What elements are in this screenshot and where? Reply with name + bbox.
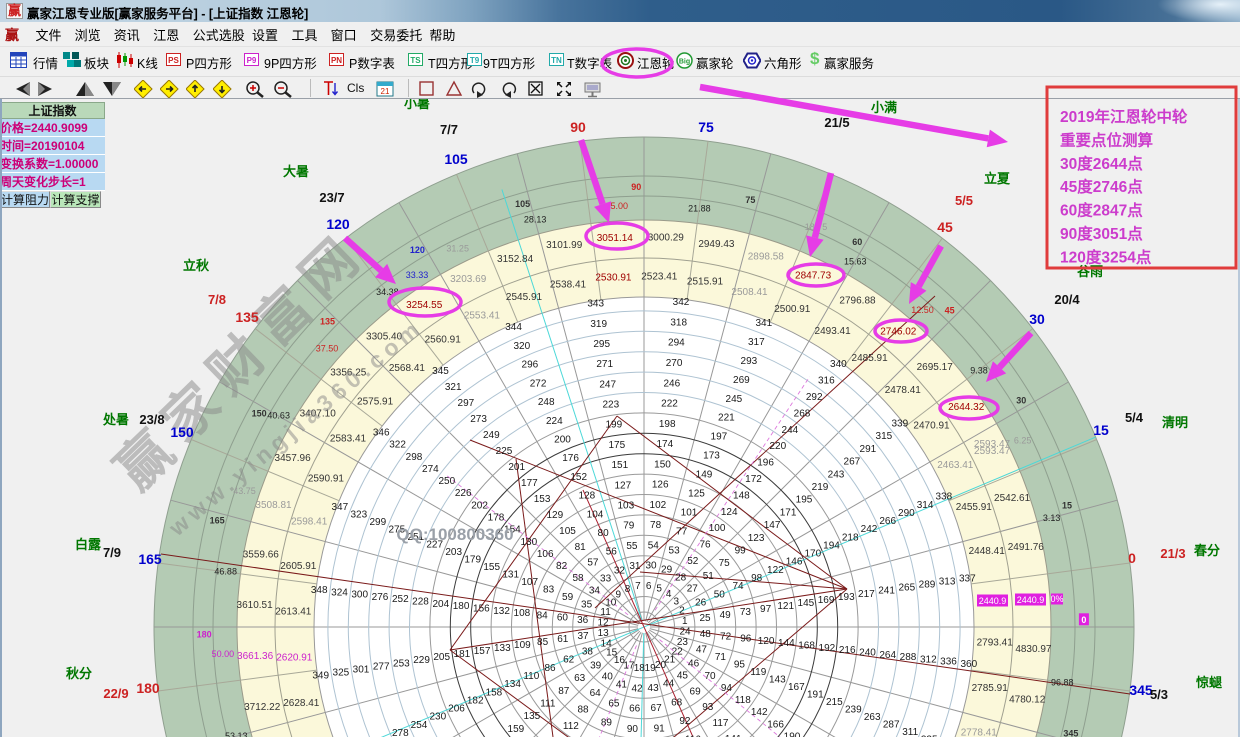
svg-text:60度2847点: 60度2847点 [1060,201,1143,220]
svg-text:重要点位测算: 重要点位测算 [1060,130,1153,149]
svg-text:90度3051点: 90度3051点 [1060,224,1143,243]
svg-text:30度2644点: 30度2644点 [1060,154,1143,173]
svg-text:45度2746点: 45度2746点 [1060,177,1143,196]
svg-text:120度3254点: 120度3254点 [1060,247,1152,266]
svg-text:2019年江恩轮中轮: 2019年江恩轮中轮 [1060,107,1188,126]
